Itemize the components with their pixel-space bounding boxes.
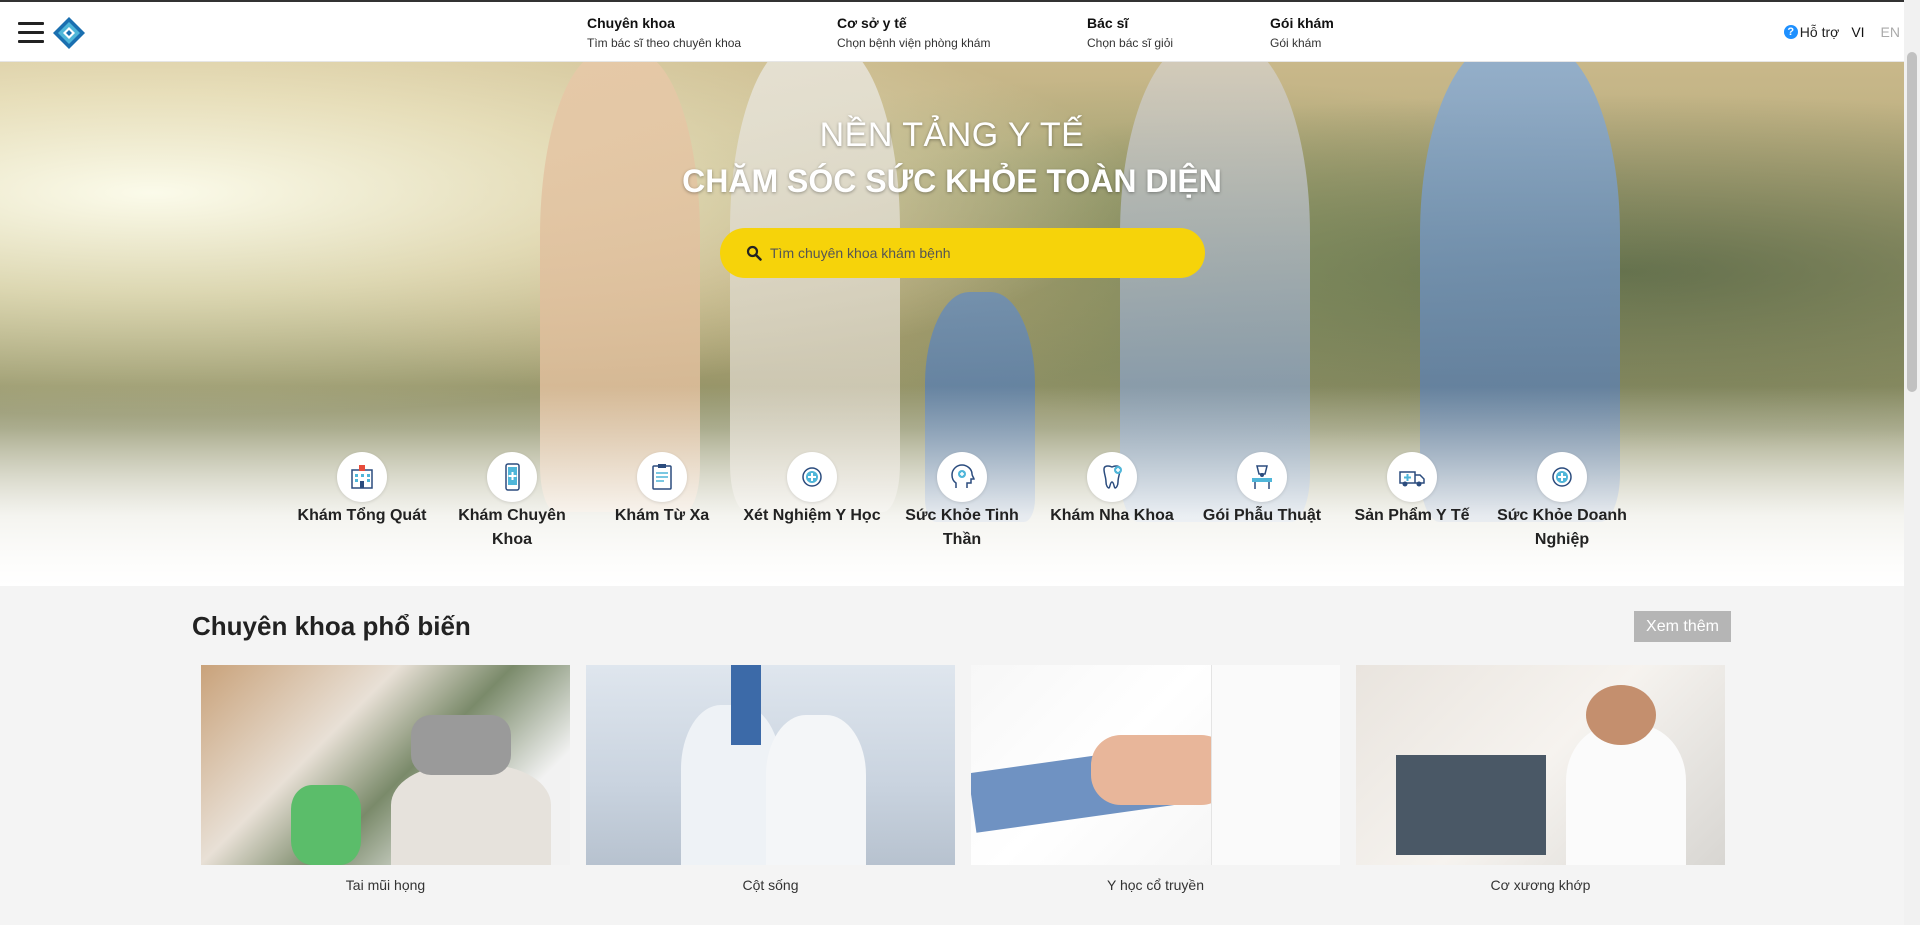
option-label: Khám Chuyên Khoa [458,507,566,548]
specialty-image-musculoskeletal [1356,665,1725,865]
option-remote-checkup[interactable]: Khám Từ Xa [587,452,737,552]
hero-title-line1: NỀN TẢNG Y TẾ [819,116,1085,154]
option-corporate-health[interactable]: Sức Khỏe Doanh Nghiệp [1487,452,1637,552]
photo-detail [1396,755,1546,855]
option-general-checkup[interactable]: Khám Tổng Quát [287,452,437,552]
clipboard-icon [652,464,672,490]
option-label: Sản Phẩm Y Tế [1354,507,1470,524]
photo-detail [1091,735,1231,805]
see-more-button[interactable]: Xem thêm [1634,611,1731,642]
option-mental-health[interactable]: Sức Khỏe Tinh Thần [887,452,1037,552]
medical-cross-icon [1552,467,1572,487]
specialty-image-ent [201,665,570,865]
head-mind-icon [951,464,975,488]
popular-specialty-section: Chuyên khoa phổ biến Xem thêm Tai mũi họ… [0,586,1904,925]
specialty-image-spine [586,665,955,865]
phone-medical-icon [505,463,520,491]
page-scrollbar[interactable] [1904,0,1920,925]
specialty-label: Cột sống [742,877,799,893]
photo-detail [291,785,361,865]
hero-banner: NỀN TẢNG Y TẾ CHĂM SÓC SỨC KHỎE TOÀN DIỆ… [0,62,1904,586]
photo-detail [1586,685,1656,745]
search-icon [746,245,762,261]
scrollbar-thumb[interactable] [1907,52,1917,392]
photo-detail [731,665,761,745]
nav-subtitle: Chọn bệnh viện phòng khám [837,36,991,50]
hospital-icon [351,465,373,489]
option-label: Khám Từ Xa [614,507,710,524]
specialty-label: Cơ xương khớp [1490,877,1591,893]
nav-item-doctor[interactable]: Bác sĩ Chọn bác sĩ giỏi [1087,14,1270,52]
tooth-icon [1103,465,1122,489]
top-header: Chuyên khoa Tìm bác sĩ theo chuyên khoa … [0,0,1904,62]
surgery-icon [1252,465,1272,489]
specialty-card[interactable]: Y học cổ truyền [971,665,1340,893]
option-circle [1087,452,1137,502]
photo-detail [391,765,551,865]
nav-item-specialty[interactable]: Chuyên khoa Tìm bác sĩ theo chuyên khoa [587,14,837,52]
nav-subtitle: Tìm bác sĩ theo chuyên khoa [587,36,742,50]
support-link[interactable]: ? Hỗ trợ [1783,24,1840,40]
language-en[interactable]: EN [1881,24,1900,40]
option-label: Khám Tổng Quát [297,507,427,524]
specialty-list: Tai mũi họng Cột sống Y học cổ truyền Cơ… [201,665,1741,893]
nav-subtitle: Gói khám [1270,36,1322,50]
language-vi[interactable]: VI [1851,24,1864,40]
ambulance-icon [1399,471,1425,487]
option-label: Xét Nghiệm Y Học [743,507,881,524]
option-circle [1537,452,1587,502]
option-label: Gói Phẫu Thuật [1202,507,1322,524]
nav-item-package[interactable]: Gói khám Gói khám [1270,14,1390,52]
search-bar[interactable] [720,228,1205,278]
nav-title: Gói khám [1270,15,1334,31]
nav-item-facility[interactable]: Cơ sở y tế Chọn bệnh viện phòng khám [837,14,1087,52]
logo-icon[interactable] [52,16,86,50]
specialty-label: Tai mũi họng [345,877,426,893]
nav-subtitle: Chọn bác sĩ giỏi [1087,36,1174,50]
option-dental[interactable]: Khám Nha Khoa [1037,452,1187,552]
main-nav: Chuyên khoa Tìm bác sĩ theo chuyên khoa … [587,14,1390,52]
option-specialty-checkup[interactable]: Khám Chuyên Khoa [437,452,587,552]
option-circle [937,452,987,502]
nav-title: Chuyên khoa [587,15,675,31]
option-label: Sức Khỏe Doanh Nghiệp [1497,507,1627,548]
photo-detail [1566,725,1686,865]
option-surgery-package[interactable]: Gói Phẫu Thuật [1187,452,1337,552]
option-circle [487,452,537,502]
option-label: Sức Khỏe Tinh Thần [905,507,1019,548]
specialty-card[interactable]: Tai mũi họng [201,665,570,893]
help-icon: ? [1783,25,1798,39]
option-medical-products[interactable]: Sản Phẩm Y Tế [1337,452,1487,552]
search-input[interactable] [770,245,1170,261]
nav-title: Cơ sở y tế [837,15,907,31]
option-circle [1387,452,1437,502]
option-label: Khám Nha Khoa [1050,507,1174,524]
option-circle [637,452,687,502]
header-tools: ? Hỗ trợ VI EN [1783,24,1900,40]
option-circle [337,452,387,502]
option-circle [787,452,837,502]
service-options: Khám Tổng Quát Khám Chuyên Khoa Khám Từ … [287,452,1637,552]
hamburger-menu-icon[interactable] [18,22,44,44]
option-circle [1237,452,1287,502]
specialty-image-traditional [971,665,1340,865]
support-label: Hỗ trợ [1799,24,1840,40]
option-medical-test[interactable]: Xét Nghiệm Y Học [737,452,887,552]
specialty-label: Y học cổ truyền [1106,877,1205,893]
photo-detail [766,715,866,865]
specialty-card[interactable]: Cột sống [586,665,955,893]
hero-title-line2: CHĂM SÓC SỨC KHỎE TOÀN DIỆN [682,163,1222,199]
specialty-card[interactable]: Cơ xương khớp [1356,665,1725,893]
photo-detail [1211,665,1340,865]
section-title: Chuyên khoa phổ biến [192,611,471,641]
medical-cross-icon [802,467,822,487]
photo-detail [411,715,511,775]
nav-title: Bác sĩ [1087,15,1129,31]
